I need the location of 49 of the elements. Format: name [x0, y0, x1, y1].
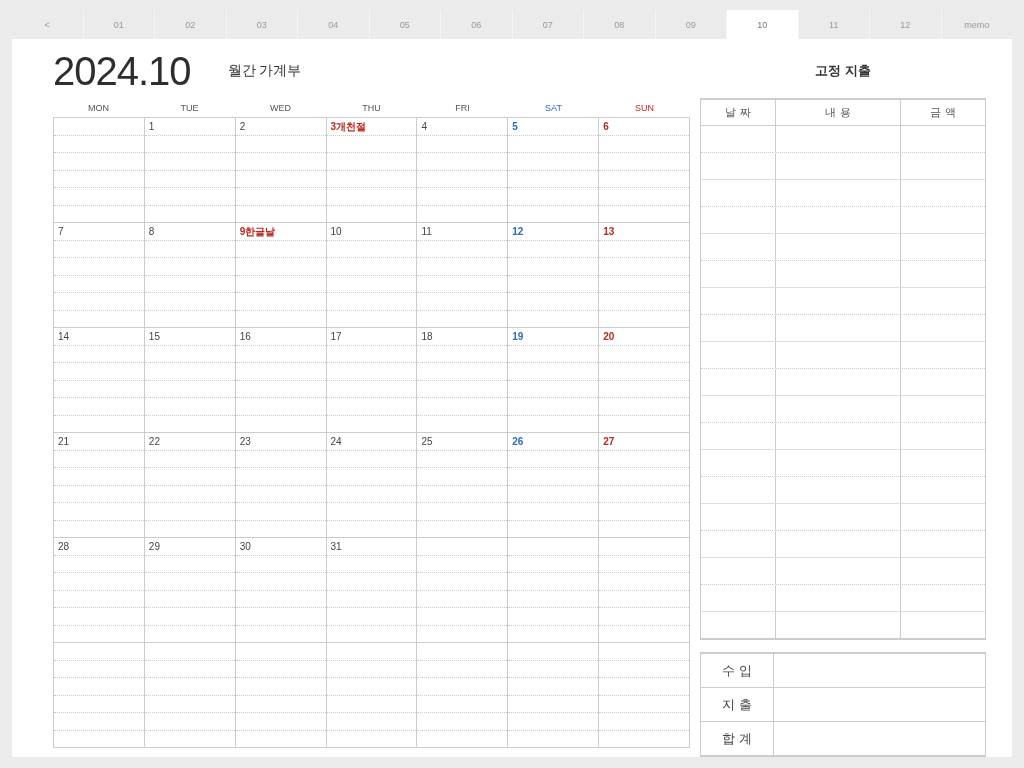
day-number: 11 [421, 226, 432, 237]
day-number: 6 [603, 121, 609, 132]
column-header: 날 짜 [701, 100, 776, 125]
month-tab[interactable]: < [12, 10, 83, 39]
day-number: 22 [148, 436, 160, 447]
day-number: 27 [603, 436, 615, 447]
weekday-label: SUN [634, 103, 655, 113]
day-number: 10 [330, 226, 342, 237]
day-number: 31 [330, 541, 342, 552]
day-number: 16 [239, 331, 251, 342]
summary-label: 지 출 [722, 695, 752, 714]
day-number: 5 [512, 121, 518, 132]
day-number: 29 [148, 541, 160, 552]
day-number: 2 [239, 121, 246, 132]
weekday-label: MON [87, 103, 110, 113]
day-number: 30 [239, 541, 251, 552]
weekday-label: THU [361, 103, 382, 113]
day-number: 25 [421, 436, 433, 447]
month-title: 2024.10 [53, 48, 191, 94]
weekday-label: WED [269, 103, 292, 113]
day-number: 7 [58, 226, 64, 237]
day-number: 14 [58, 331, 70, 342]
day-number: 8 [148, 226, 155, 237]
day-number: 19 [512, 331, 524, 342]
day-number: 20 [603, 331, 615, 342]
day-number: 23 [239, 436, 251, 447]
weekday-label: TUE [179, 103, 200, 113]
column-header: 금 액 [929, 105, 957, 120]
day-number: 9한글날 [239, 224, 276, 239]
day-number: 12 [512, 226, 524, 237]
summary-label: 수 입 [722, 661, 752, 680]
month-tab[interactable]: 10 [726, 10, 798, 39]
day-number: 3개천절 [330, 119, 367, 134]
day-number: 21 [58, 436, 70, 447]
page-subtitle: 월간 가계부 [227, 62, 302, 80]
weekday-label: FRI [454, 103, 471, 113]
day-number: 4 [421, 121, 427, 132]
weekday-label: SAT [544, 103, 563, 113]
day-number: 28 [58, 541, 70, 552]
day-number: 1 [148, 121, 155, 132]
day-number: 24 [330, 436, 342, 447]
day-number: 26 [512, 436, 524, 447]
day-number: 13 [603, 226, 615, 237]
day-number: 15 [148, 331, 160, 342]
summary-label: 합 계 [722, 729, 752, 748]
day-number: 18 [421, 331, 433, 342]
day-number: 17 [330, 331, 342, 342]
section-title: 고정 지출 [814, 61, 872, 80]
column-header: 내 용 [776, 100, 901, 125]
